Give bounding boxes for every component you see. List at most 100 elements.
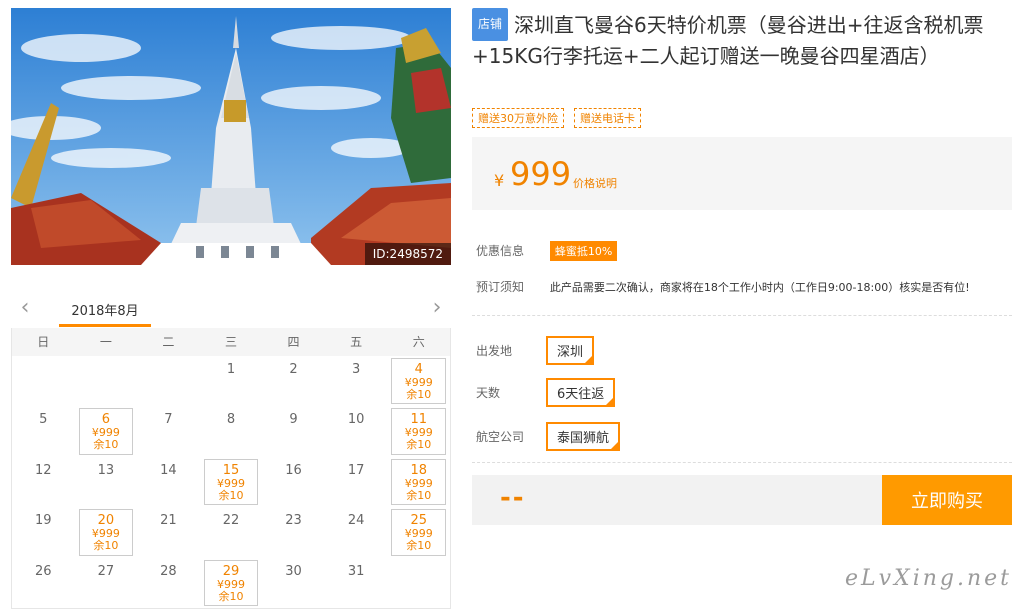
purchase-bar: -- 立即购买 <box>472 475 1012 525</box>
calendar-day: 5 <box>12 406 75 456</box>
day-number: 2 <box>289 362 298 377</box>
selected-corner-icon <box>610 441 620 450</box>
discount-row: 优惠信息 蜂蜜抵10% <box>476 241 618 261</box>
calendar-day-available[interactable]: 15 ¥999 余10 <box>203 458 259 506</box>
discount-badge: 蜂蜜抵10% <box>549 241 618 261</box>
day-number: 13 <box>97 462 115 478</box>
calendar-day: 7 <box>137 406 200 456</box>
days-option[interactable]: 6天往返 <box>546 378 616 407</box>
departure-label: 出发地 <box>476 344 513 358</box>
weekday-label: 三 <box>224 335 237 349</box>
airline-label: 航空公司 <box>476 430 525 444</box>
day-number: 28 <box>160 563 177 579</box>
calendar-day: 17 <box>325 457 388 507</box>
notice-row: 预订须知 此产品需要二次确认，商家将在18个工作小时内（工作日9:00-18:0… <box>476 278 970 295</box>
calendar-day-available[interactable]: 29 ¥999 余10 <box>203 559 259 606</box>
product-title-text: 深圳直飞曼谷6天特价机票（曼谷进出+往返含税机票+15KG行李托运+二人起订赠送… <box>472 13 984 68</box>
weekday-label: 六 <box>412 335 425 349</box>
calendar-day-available[interactable]: 4 ¥999 余10 <box>391 358 446 405</box>
calendar-day <box>387 558 450 608</box>
days-row: 天数 6天往返 <box>476 378 616 407</box>
calendar-weekday-header: 日一二三四五六 <box>12 328 450 356</box>
day-number: 10 <box>347 412 365 428</box>
days-value: 6天往返 <box>557 387 605 402</box>
day-remaining: 余10 <box>406 438 432 452</box>
day-number: 7 <box>164 412 173 428</box>
calendar-day: 30 <box>262 558 325 608</box>
shop-tag: 店铺 <box>472 8 509 41</box>
day-number: 23 <box>285 513 302 529</box>
calendar-day: 12 <box>12 457 75 507</box>
notice-text: 此产品需要二次确认，商家将在18个工作小时内（工作日9:00-18:00）核实是… <box>549 281 970 294</box>
day-number: 9 <box>289 412 298 428</box>
product-title: 店铺 深圳直飞曼谷6天特价机票（曼谷进出+往返含税机票+15KG行李托运+二人起订… <box>472 8 1012 72</box>
price-explanation-link[interactable]: 价格说明 <box>573 175 617 191</box>
day-remaining: 余10 <box>406 488 432 502</box>
calendar-day <box>75 356 138 406</box>
calendar-day-available[interactable]: 25 ¥999 余10 <box>391 509 446 556</box>
day-number: 24 <box>347 513 365 529</box>
calendar-day: 9 <box>262 406 325 456</box>
day-number: 25 <box>410 513 427 529</box>
buy-now-button[interactable]: 立即购买 <box>882 475 1012 525</box>
calendar-day: 19 <box>12 507 75 557</box>
calendar-day: 2 <box>262 356 325 406</box>
days-label: 天数 <box>476 386 501 400</box>
day-remaining: 余10 <box>218 488 244 502</box>
departure-option[interactable]: 深圳 <box>546 336 595 365</box>
total-price: -- <box>500 483 526 513</box>
notice-label: 预订须知 <box>476 280 525 294</box>
calendar-day: 24 <box>325 507 388 557</box>
weekday-label: 一 <box>99 335 112 349</box>
day-number: 8 <box>226 412 236 428</box>
gift-tag-insurance: 赠送30万意外险 <box>472 108 564 128</box>
day-number: 3 <box>351 362 361 377</box>
weekday-label: 日 <box>37 335 50 349</box>
weekday-label: 二 <box>162 335 175 349</box>
weekday-label: 四 <box>287 335 300 349</box>
calendar-day: 16 <box>262 457 325 507</box>
selected-corner-icon <box>605 397 615 406</box>
day-price: ¥999 <box>216 476 245 490</box>
calendar-day <box>137 356 200 406</box>
day-number: 11 <box>410 412 427 428</box>
day-number: 29 <box>222 563 240 579</box>
calendar-month[interactable]: 2018年8月 <box>59 300 151 319</box>
airline-option[interactable]: 泰国狮航 <box>546 422 621 451</box>
price-currency: ¥ <box>494 171 505 190</box>
day-number: 1 <box>226 362 236 377</box>
selected-corner-icon <box>584 355 594 364</box>
day-number: 30 <box>285 563 302 579</box>
calendar-day: 23 <box>262 507 325 557</box>
calendar-day: 22 <box>200 507 263 557</box>
day-number: 18 <box>410 462 427 478</box>
day-price: ¥999 <box>404 476 433 490</box>
calendar-day: 31 <box>325 558 388 608</box>
day-number: 4 <box>414 362 423 377</box>
calendar-day-available[interactable]: 6 ¥999 余10 <box>78 408 134 455</box>
chevron-right-icon[interactable]: › <box>427 297 447 319</box>
calendar-grid: 1 2 3 4 ¥999 余10 5 6 ¥999 余10 7 8 9 10 11 ¥999 余10 12 13 14… <box>12 356 450 608</box>
calendar-day-available[interactable]: 20 ¥999 余10 <box>78 509 134 556</box>
calendar-day-available[interactable]: 11 ¥999 余10 <box>391 408 446 455</box>
day-number: 15 <box>222 462 240 478</box>
day-number: 16 <box>285 462 302 478</box>
price-value: 999 <box>510 155 572 193</box>
image-id-label: ID:2498572 <box>364 243 451 265</box>
discount-label: 优惠信息 <box>476 244 525 258</box>
airline-row: 航空公司 泰国狮航 <box>476 422 621 451</box>
day-number: 19 <box>35 513 52 529</box>
divider <box>472 462 1012 463</box>
calendar-day-available[interactable]: 18 ¥999 余10 <box>391 458 446 506</box>
weekday-label: 五 <box>350 335 363 349</box>
calendar-day: 3 <box>325 356 388 406</box>
departure-value: 深圳 <box>557 345 584 360</box>
day-number: 14 <box>160 462 177 478</box>
day-number: 26 <box>35 563 52 579</box>
day-number: 5 <box>39 412 48 428</box>
calendar-day <box>12 356 75 406</box>
chevron-left-icon[interactable]: ‹ <box>15 297 35 319</box>
product-title-block: 店铺 深圳直飞曼谷6天特价机票（曼谷进出+往返含税机票+15KG行李托运+二人起订… <box>472 8 1012 72</box>
day-remaining: 余10 <box>406 388 432 401</box>
calendar-day: 8 <box>200 406 263 456</box>
